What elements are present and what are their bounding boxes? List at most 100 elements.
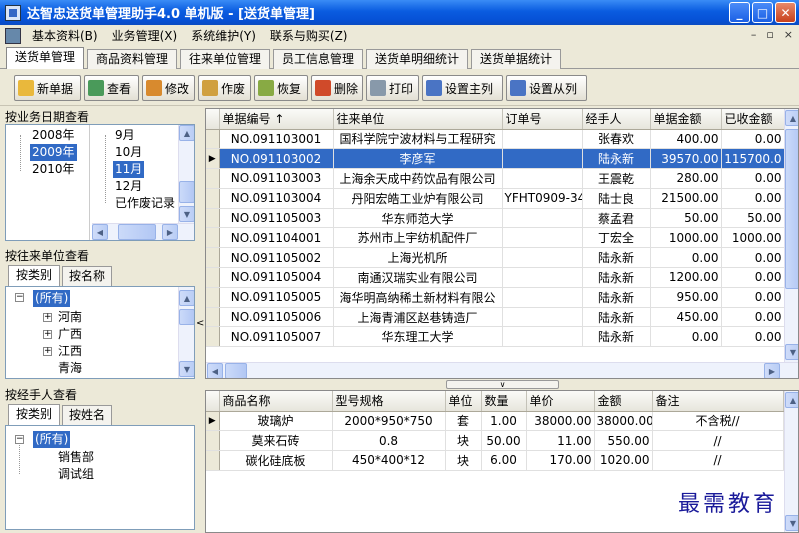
voided-records-item[interactable]: 已作废记录 [113,195,177,212]
year-item[interactable]: 2010年 [30,161,77,178]
month-hscrollbar[interactable]: ◀ ▶ [92,223,194,240]
print-button[interactable]: 打印 [366,75,419,101]
scroll-up-icon[interactable]: ▲ [179,290,194,306]
col-doc-number[interactable]: 单据编号 ↑ [219,109,334,130]
detail-vscrollbar[interactable]: ▲ ▼ [784,391,798,532]
maximize-button[interactable]: □ [752,2,773,23]
restore-button[interactable]: 恢复 [254,75,308,101]
month-vscrollbar[interactable]: ▲ ▼ [178,125,194,223]
month-item[interactable]: 9月 [113,127,137,144]
horizontal-splitter[interactable]: ∨ [205,379,799,390]
order-row[interactable]: NO.091105007 华东理工大学 陆永新 0.00 0.00 [206,326,785,348]
handler-tree-root[interactable]: (所有) [33,431,71,448]
handler-tree-item[interactable]: 销售部 [56,449,96,466]
tab-delivery-management[interactable]: 送货单管理 [6,47,84,69]
detail-row[interactable]: ▶ 玻璃炉 2000*950*750 套 1.00 38000.00 38000.00 不含税… [206,411,784,432]
mdi-close-icon[interactable]: × [784,28,793,41]
scroll-thumb[interactable] [225,363,247,378]
col-handler[interactable]: 经手人 [582,109,651,130]
menu-contact[interactable]: 联系与购买(Z) [263,25,355,47]
col-order-number[interactable]: 订单号 [502,109,583,130]
unit-tree-item[interactable]: 河南 [56,309,84,326]
expand-icon[interactable]: + [43,347,52,356]
void-button[interactable]: 作废 [198,75,251,101]
delete-button[interactable]: 删除 [311,75,363,101]
menu-basic-data[interactable]: 基本资料(B) [25,25,105,47]
splitter-left-icon[interactable]: < [196,318,204,329]
orders-hscrollbar[interactable]: ◀ ▶ [206,362,798,378]
col-partner-unit[interactable]: 往来单位 [333,109,503,130]
order-row[interactable]: NO.091103003 上海余天成中药饮品有限公司 王震乾 280.00 0.00 [206,168,785,189]
tab-document-statistics[interactable]: 送货单据统计 [471,49,561,69]
scroll-up-icon[interactable]: ▲ [785,392,798,408]
unit-tree-item[interactable]: 青海 [56,360,84,377]
collapse-icon[interactable]: − [15,435,24,444]
scroll-up-icon[interactable]: ▲ [785,110,798,126]
tab-unit-management[interactable]: 往来单位管理 [180,49,270,69]
scroll-down-icon[interactable]: ▼ [785,344,798,360]
order-row[interactable]: NO.091105002 上海光机所 陆永新 0.00 0.00 [206,247,785,269]
mdi-minimize-icon[interactable]: – [751,28,757,41]
unit-tree-root[interactable]: (所有) [33,290,71,307]
orders-vscrollbar[interactable]: ▲ ▼ [784,109,798,362]
unit-tab-by-category[interactable]: 按类别 [8,265,60,286]
detail-row[interactable]: 莫来石砖 0.8 块 50.00 11.00 550.00// [206,430,784,452]
year-item[interactable]: 2008年 [30,127,77,144]
menu-business[interactable]: 业务管理(X) [105,25,185,47]
scroll-right-icon[interactable]: ▶ [764,363,780,378]
scroll-thumb[interactable] [179,309,194,325]
month-item[interactable]: 12月 [113,178,144,195]
edit-button[interactable]: 修改 [142,75,195,101]
mdi-restore-icon[interactable]: ▫ [766,28,773,41]
scroll-thumb[interactable] [179,181,194,203]
month-item[interactable]: 10月 [113,144,144,161]
set-detail-columns-button[interactable]: 设置从列 [506,75,587,101]
set-master-columns-button[interactable]: 设置主列 [422,75,503,101]
order-row[interactable]: NO.091105004 南通汉瑞实业有限公司 陆永新 1200.00 0.00 [206,267,785,288]
tab-staff-management[interactable]: 员工信息管理 [273,49,363,69]
scroll-down-icon[interactable]: ▼ [179,206,194,222]
handler-tree-item[interactable]: 调试组 [56,466,96,483]
order-row[interactable]: NO.091105006 上海青浦区赵巷铸造厂 陆永新 450.00 0.00 [206,307,785,328]
tab-product-management[interactable]: 商品资料管理 [87,49,177,69]
order-row[interactable]: NO.091105005 海华明高纳稀土新材料有限公 陆永新 950.00 0.00 [206,287,785,308]
scroll-down-icon[interactable]: ▼ [785,515,798,531]
tab-detail-statistics[interactable]: 送货单明细统计 [366,49,468,69]
minimize-button[interactable]: _ [729,2,750,23]
unit-vscrollbar[interactable]: ▲ ▼ [178,287,194,378]
expand-icon[interactable]: + [43,330,52,339]
scroll-thumb[interactable] [118,224,156,240]
col-product-name[interactable]: 商品名称 [219,391,333,412]
scroll-left-icon[interactable]: ◀ [207,363,223,378]
col-unit-price[interactable]: 单价 [526,391,595,412]
order-row[interactable]: NO.091105003 华东师范大学 蔡孟君 50.00 50.00 [206,208,785,229]
year-item-selected[interactable]: 2009年 [30,144,77,161]
unit-tree-item[interactable]: 江西 [56,343,84,360]
order-row[interactable]: NO.091104001 苏州市上宇纺机配件厂 丁宏全 1000.00 1000.00 [206,227,785,249]
order-row[interactable]: ▶ NO.091103002 李彦军 陆永新 39570.00 115700.0 [206,148,785,170]
order-row[interactable]: NO.091103001 国科学院宁波材料与工程研究 张春欢 400.00 0.00 [206,129,785,150]
detail-row[interactable]: 碳化硅底板 450*400*12 块 6.00 170.00 1020.00// [206,450,784,471]
month-item-selected[interactable]: 11月 [113,161,145,178]
col-amount[interactable]: 金额 [594,391,653,412]
scroll-thumb[interactable] [785,129,798,289]
col-received-amount[interactable]: 已收金额 [721,109,785,130]
col-remark[interactable]: 备注 [652,391,784,412]
col-quantity[interactable]: 数量 [481,391,527,412]
col-model-spec[interactable]: 型号规格 [332,391,446,412]
close-button[interactable]: ✕ [775,2,796,23]
scroll-down-icon[interactable]: ▼ [179,361,194,377]
view-button[interactable]: 查看 [84,75,139,101]
scroll-up-icon[interactable]: ▲ [179,125,194,141]
unit-tree-item[interactable]: 广西 [56,326,84,343]
handler-tab-by-name[interactable]: 按姓名 [62,405,112,425]
order-row[interactable]: NO.091103004 丹阳宏皓工业炉有限公司 YFHT0909-34 陆士良 215… [206,188,785,209]
scroll-right-icon[interactable]: ▶ [162,224,178,240]
splitter-toggle[interactable]: ∨ [446,380,559,389]
vertical-splitter[interactable]: < [196,108,204,533]
col-unit[interactable]: 单位 [445,391,482,412]
new-document-button[interactable]: 新单据 [14,75,81,101]
handler-tab-by-category[interactable]: 按类别 [8,404,60,425]
expand-icon[interactable]: + [43,313,52,322]
unit-tab-by-name[interactable]: 按名称 [62,266,112,286]
